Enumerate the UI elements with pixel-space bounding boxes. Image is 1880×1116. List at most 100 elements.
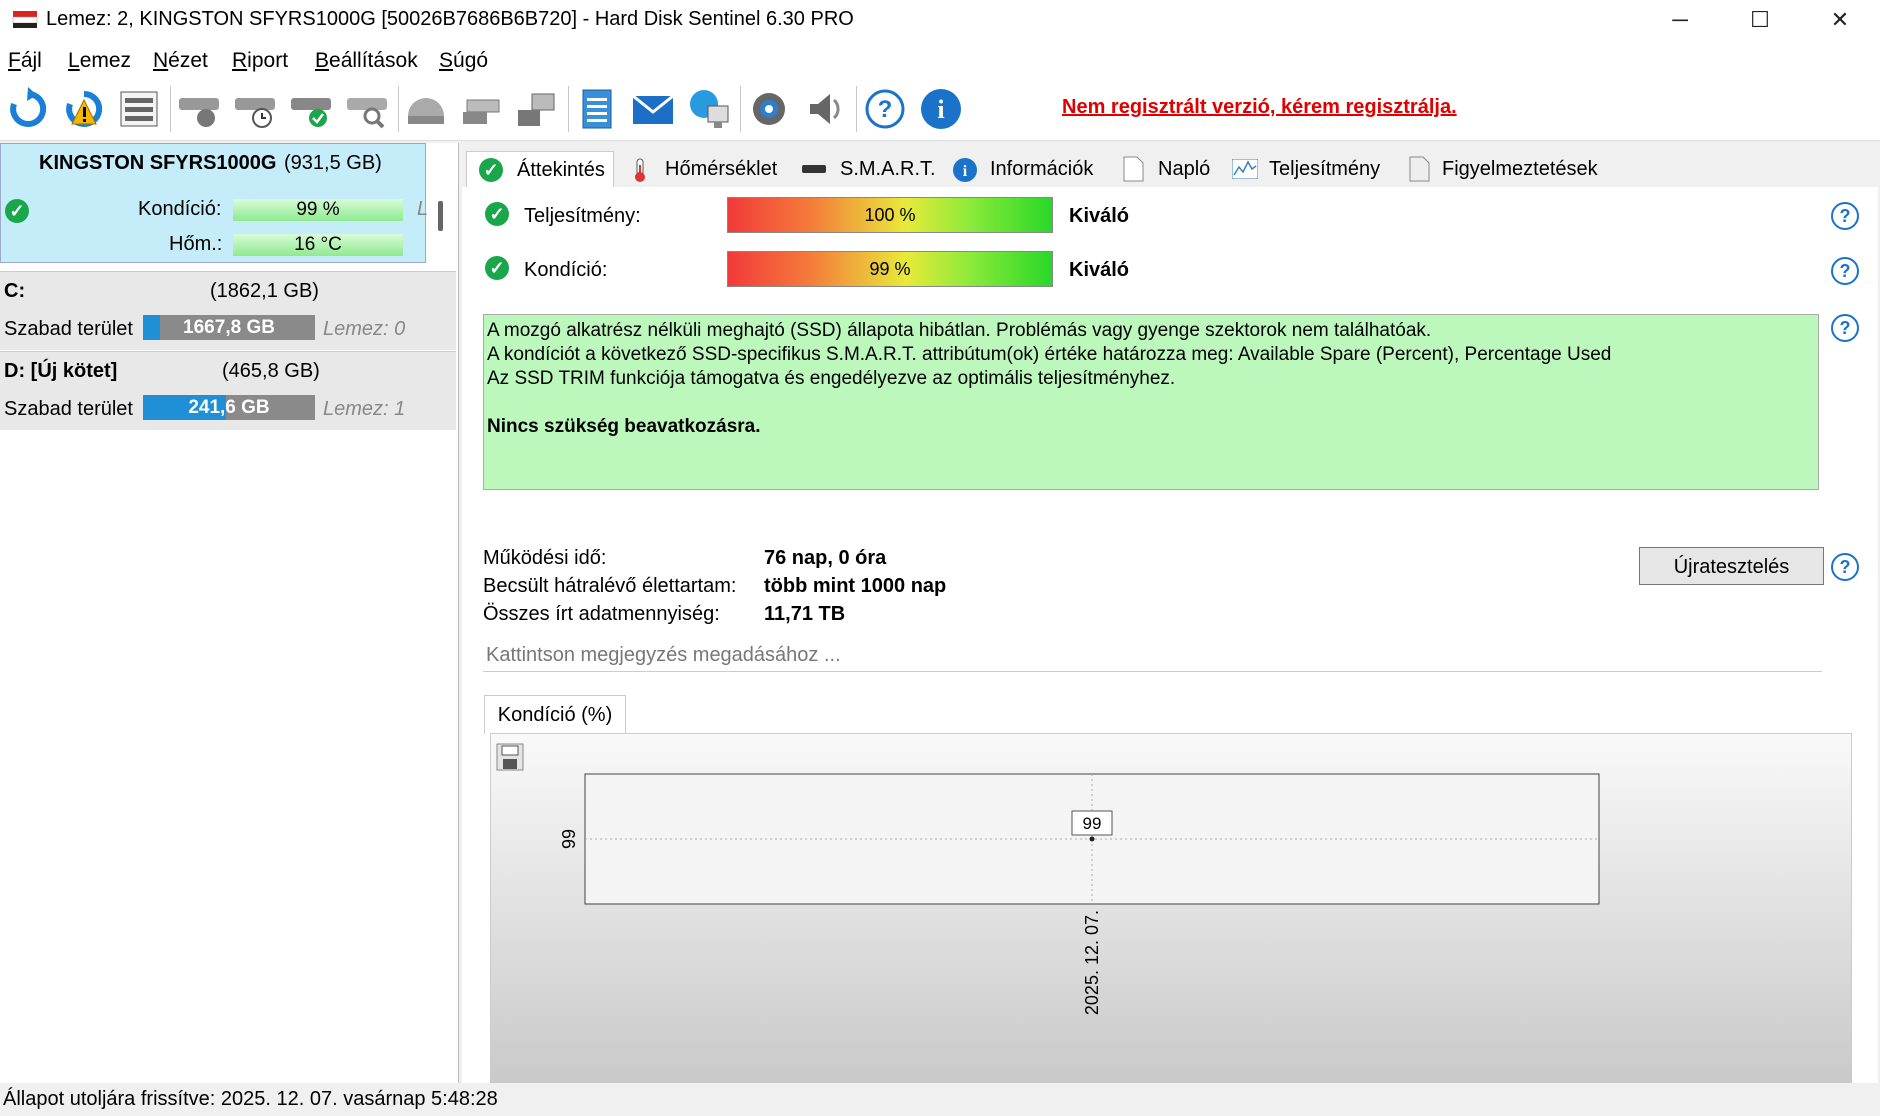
- written-label: Összes írt adatmennyiség:: [483, 603, 720, 625]
- free-space-fill: [143, 315, 161, 340]
- disk-condition-bar: 99 %: [233, 199, 403, 221]
- help-icon[interactable]: ?: [862, 86, 908, 132]
- note-field[interactable]: Kattintson megjegyzés megadásához ...: [483, 639, 1822, 672]
- partition-disk: Lemez: 0: [323, 318, 406, 340]
- info-icon[interactable]: i: [918, 86, 964, 132]
- maximize-button[interactable]: ☐: [1728, 0, 1792, 40]
- title-bar: Lemez: 2, KINGSTON SFYRS1000G [50026B768…: [0, 0, 1880, 40]
- tab-label: S.M.A.R.T.: [840, 158, 936, 180]
- disk-shield-icon[interactable]: [403, 86, 449, 132]
- warnings-icon: [1409, 156, 1430, 182]
- retest-button[interactable]: Újratesztelés: [1639, 547, 1824, 585]
- lifetime-value: több mint 1000 nap: [764, 575, 947, 597]
- performance-ok-icon: ✓: [485, 202, 509, 226]
- tab-performance[interactable]: Teljesítmény: [1232, 151, 1402, 187]
- scrollbar-thumb[interactable]: [438, 201, 443, 231]
- menu-report[interactable]: Riport: [232, 49, 288, 73]
- disk-schedule-icon[interactable]: [232, 86, 278, 132]
- partition-name: D: [Új kötet]: [4, 360, 118, 382]
- disk-size: (931,5 GB): [284, 152, 382, 174]
- status-line: A kondíciót a következő SSD-specifikus S…: [487, 344, 1612, 365]
- info-icon: i: [953, 158, 977, 182]
- chart-tab-condition[interactable]: Kondíció (%): [484, 695, 626, 734]
- tab-label: Áttekintés: [517, 159, 605, 181]
- disk-export-icon[interactable]: [459, 86, 505, 132]
- tab-log[interactable]: Napló: [1122, 151, 1222, 187]
- tab-temperature[interactable]: Hőmérséklet: [630, 151, 790, 187]
- disk-search-icon[interactable]: [344, 86, 390, 132]
- uptime-value: 76 nap, 0 óra: [764, 547, 887, 569]
- disk-transfer-icon[interactable]: [514, 86, 560, 132]
- toolbar-separator: [740, 86, 741, 132]
- network-icon[interactable]: [686, 86, 732, 132]
- disk-check-icon[interactable]: [288, 86, 334, 132]
- performance-icon: [1232, 159, 1258, 179]
- partition-item[interactable]: D: [Új kötet] (465,8 GB) Szabad terület …: [0, 351, 456, 430]
- tab-information[interactable]: i Információk: [952, 151, 1102, 187]
- chart-plot: 2025. 12. 07. 99 99: [559, 773, 1600, 1015]
- check-icon: ✓: [479, 158, 503, 182]
- help-icon[interactable]: ?: [1831, 314, 1859, 342]
- log-icon: [1123, 156, 1144, 182]
- free-space-bar: 241,6 GB: [143, 395, 315, 420]
- disk-icon: [802, 165, 826, 173]
- refresh-warning-icon[interactable]: [61, 86, 107, 132]
- sound-icon[interactable]: [802, 86, 848, 132]
- mail-icon[interactable]: [630, 86, 676, 132]
- toolbar-separator: [568, 86, 569, 132]
- tab-warnings[interactable]: Figyelmeztetések: [1408, 151, 1618, 187]
- toolbar-separator: [398, 86, 399, 132]
- condition-ok-icon: ✓: [485, 256, 509, 280]
- partition-size: (1862,1 GB): [210, 280, 319, 302]
- details-panel: ✓ Áttekintés Hőmérséklet S.M.A.R.T. i In…: [462, 143, 1880, 1085]
- free-space-label: Szabad terület: [4, 398, 133, 420]
- performance-label: Teljesítmény:: [524, 205, 641, 227]
- condition-rating: Kiváló: [1069, 259, 1130, 281]
- status-line: A mozgó alkatrész nélküli meghajtó (SSD)…: [487, 320, 1432, 341]
- help-icon[interactable]: ?: [1831, 553, 1859, 581]
- status-bar: Állapot utoljára frissítve: 2025. 12. 07…: [0, 1083, 1880, 1116]
- disk-surface-icon[interactable]: [176, 86, 222, 132]
- partition-item[interactable]: C: (1862,1 GB) Szabad terület 1667,8 GB …: [0, 271, 456, 350]
- free-space-value: 1667,8 GB: [183, 317, 275, 338]
- disk-ok-icon: ✓: [5, 199, 29, 223]
- x-tick-label: 2025. 12. 07.: [1082, 910, 1102, 1015]
- minimize-button[interactable]: ─: [1648, 0, 1712, 40]
- tab-overview[interactable]: ✓ Áttekintés: [466, 151, 614, 188]
- disk-list-panel: KINGSTON SFYRS1000G (931,5 GB) ✓ Kondíci…: [0, 143, 459, 1083]
- disk-list-icon[interactable]: [116, 86, 162, 132]
- close-button[interactable]: ✕: [1808, 0, 1872, 40]
- free-space-label: Szabad terület: [4, 318, 133, 340]
- menu-help[interactable]: Súgó: [439, 49, 488, 73]
- menu-disk[interactable]: Lemez: [68, 49, 131, 73]
- disk-side-letter: L: [417, 198, 429, 220]
- window-title: Lemez: 2, KINGSTON SFYRS1000G [50026B768…: [46, 8, 854, 30]
- settings-icon[interactable]: [746, 86, 792, 132]
- report-icon[interactable]: [574, 86, 620, 132]
- tab-smart[interactable]: S.M.A.R.T.: [802, 151, 942, 187]
- menu-settings[interactable]: Beállítások: [315, 49, 418, 73]
- disk-name: KINGSTON SFYRS1000G: [39, 152, 277, 174]
- disk-temp-bar: 16 °C: [233, 234, 403, 256]
- thermometer-icon: [635, 158, 645, 182]
- register-link[interactable]: Nem regisztrált verzió, kérem regisztrál…: [1062, 96, 1457, 119]
- partition-name: C:: [4, 280, 26, 302]
- toolbar-separator: [170, 86, 171, 132]
- disk-card[interactable]: KINGSTON SFYRS1000G (931,5 GB) ✓ Kondíci…: [0, 143, 429, 263]
- help-icon[interactable]: ?: [1831, 257, 1859, 285]
- performance-bar: 100 %: [727, 197, 1053, 233]
- menu-file[interactable]: Fájl: [8, 49, 42, 73]
- help-icon[interactable]: ?: [1831, 202, 1859, 230]
- status-description: A mozgó alkatrész nélküli meghajtó (SSD)…: [483, 314, 1819, 490]
- partition-disk: Lemez: 1: [323, 398, 406, 420]
- app-logo-icon: [12, 11, 38, 28]
- refresh-icon[interactable]: [5, 86, 51, 132]
- overview-content: ✓ Teljesítmény: 100 % Kiváló ? ✓ Kondíci…: [462, 187, 1878, 1085]
- menu-view[interactable]: Nézet: [153, 49, 208, 73]
- menu-bar: Fájl Lemez Nézet Riport Beállítások Súgó: [0, 40, 1880, 78]
- lifetime-label: Becsült hátralévő élettartam:: [483, 575, 737, 597]
- condition-label: Kondíció:: [524, 259, 608, 281]
- written-value: 11,71 TB: [764, 603, 846, 625]
- y-tick-label: 99: [559, 829, 579, 849]
- performance-rating: Kiváló: [1069, 205, 1130, 227]
